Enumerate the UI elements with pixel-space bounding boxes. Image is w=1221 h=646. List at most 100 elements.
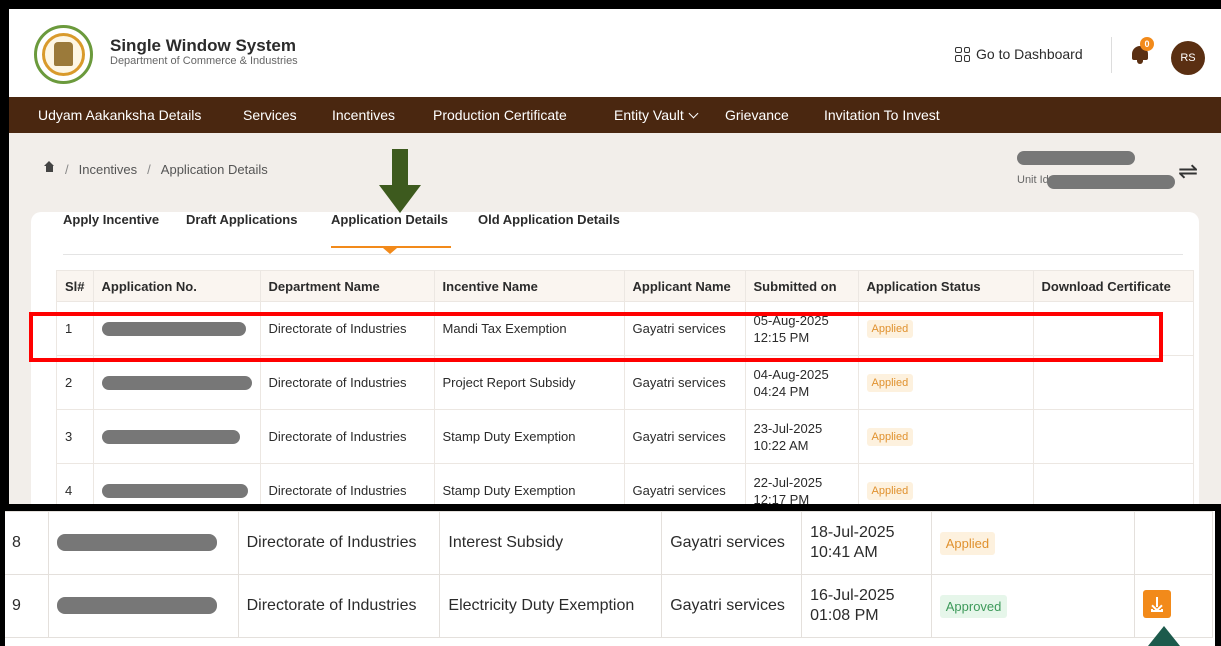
redacted-application-no bbox=[56, 534, 217, 552]
application-no-link[interactable] bbox=[92, 463, 261, 504]
col-sl: Sl# bbox=[56, 270, 94, 302]
tabs-divider bbox=[63, 254, 1183, 255]
row-submitted-on: 18-Jul-2025 10:41 AM bbox=[801, 511, 932, 575]
tab-old-application-details[interactable]: Old Application Details bbox=[478, 212, 620, 227]
row-incentive: Stamp Duty Exemption bbox=[433, 409, 625, 464]
download-certificate-button[interactable] bbox=[1143, 589, 1172, 618]
table-header-row: Sl# Application No. Department Name Ince… bbox=[56, 270, 1194, 302]
zoomed-table-panel: 8 Directorate of Industries Interest Sub… bbox=[5, 511, 1215, 646]
table-row: 8 Directorate of Industries Interest Sub… bbox=[5, 511, 1213, 575]
nav-entity-vault[interactable]: Entity Vault bbox=[614, 107, 699, 123]
avatar[interactable]: RS bbox=[1171, 41, 1205, 75]
row-department: Directorate of Industries bbox=[259, 355, 435, 410]
row-sl: 8 bbox=[5, 511, 49, 575]
header-divider bbox=[1111, 37, 1112, 73]
dashboard-link-label: Go to Dashboard bbox=[976, 46, 1083, 62]
row-department: Directorate of Industries bbox=[237, 574, 441, 638]
home-icon[interactable] bbox=[44, 160, 55, 175]
col-application-no: Application No. bbox=[92, 270, 261, 302]
row-department: Directorate of Industries bbox=[259, 409, 435, 464]
row-applicant: Gayatri services bbox=[623, 409, 746, 464]
col-incentive-name: Incentive Name bbox=[433, 270, 625, 302]
row-status: Applied bbox=[857, 463, 1034, 504]
row-status: Approved bbox=[930, 574, 1136, 638]
application-no-link[interactable] bbox=[47, 574, 239, 638]
row-applicant: Gayatri services bbox=[661, 511, 803, 575]
application-no-link[interactable] bbox=[92, 355, 261, 410]
down-arrow-annotation-icon bbox=[379, 149, 421, 213]
row-sl: 2 bbox=[56, 355, 94, 410]
redacted-application-no bbox=[101, 484, 248, 499]
row-applicant: Gayatri services bbox=[623, 463, 746, 504]
tab-draft-applications[interactable]: Draft Applications bbox=[186, 212, 297, 227]
app-subtitle: Department of Commerce & Industries bbox=[110, 55, 298, 67]
table-row: 3 Directorate of Industries Stamp Duty E… bbox=[56, 409, 1194, 464]
table-row: 2 Directorate of Industries Project Repo… bbox=[56, 355, 1194, 410]
row-incentive: Interest Subsidy bbox=[439, 511, 663, 575]
submitted-date: 22-Jul-2025 bbox=[753, 474, 823, 490]
status-badge: Applied bbox=[939, 531, 996, 555]
swap-arrows-icon[interactable]: ⇌ bbox=[1178, 157, 1198, 186]
row-incentive: Project Report Subsidy bbox=[433, 355, 625, 410]
submitted-date: 23-Jul-2025 bbox=[753, 420, 823, 436]
applications-table: Sl# Application No. Department Name Ince… bbox=[56, 270, 1194, 504]
row-submitted-on: 16-Jul-2025 01:08 PM bbox=[801, 574, 932, 638]
status-badge: Applied bbox=[866, 373, 914, 392]
nav-entity-vault-label: Entity Vault bbox=[614, 107, 684, 123]
notification-badge: 0 bbox=[1140, 37, 1154, 51]
application-screenshot: Single Window System Department of Comme… bbox=[9, 9, 1221, 504]
status-badge: Applied bbox=[866, 427, 914, 446]
app-title: Single Window System bbox=[110, 36, 296, 55]
redacted-unit-id bbox=[1047, 175, 1175, 189]
nav-production-certificate[interactable]: Production Certificate bbox=[433, 107, 567, 123]
row-download bbox=[1032, 355, 1194, 410]
row-download bbox=[1032, 409, 1194, 464]
nav-services[interactable]: Services bbox=[243, 107, 297, 123]
row-applicant: Gayatri services bbox=[623, 355, 746, 410]
redacted-application-no bbox=[101, 376, 252, 391]
zoomed-applications-table: 8 Directorate of Industries Interest Sub… bbox=[5, 511, 1213, 638]
row-applicant: Gayatri services bbox=[661, 574, 803, 638]
table-row: 9 Directorate of Industries Electricity … bbox=[5, 574, 1213, 638]
row-status: Applied bbox=[857, 355, 1034, 410]
row-sl: 4 bbox=[56, 463, 94, 504]
submitted-date: 18-Jul-2025 bbox=[810, 524, 895, 541]
state-emblem-logo bbox=[34, 25, 93, 84]
nav-grievance[interactable]: Grievance bbox=[725, 107, 789, 123]
nav-udyam-aakanksha-details[interactable]: Udyam Aakanksha Details bbox=[38, 107, 201, 123]
status-badge: Approved bbox=[939, 594, 1008, 618]
row-sl: 3 bbox=[56, 409, 94, 464]
breadcrumb-current: Application Details bbox=[160, 162, 268, 177]
row-sl: 9 bbox=[5, 574, 49, 638]
submitted-time: 10:22 AM bbox=[753, 437, 809, 453]
highlight-box-row-1 bbox=[29, 312, 1163, 362]
status-badge: Applied bbox=[866, 481, 914, 500]
submitted-time: 04:24 PM bbox=[753, 383, 810, 399]
row-department: Directorate of Industries bbox=[237, 511, 441, 575]
application-no-link[interactable] bbox=[92, 409, 261, 464]
tab-apply-incentive[interactable]: Apply Incentive bbox=[63, 212, 159, 227]
application-no-link[interactable] bbox=[47, 511, 239, 575]
col-submitted-on: Submitted on bbox=[744, 270, 859, 302]
col-applicant-name: Applicant Name bbox=[623, 270, 746, 302]
submitted-date: 16-Jul-2025 bbox=[810, 587, 895, 604]
row-submitted-on: 04-Aug-2025 04:24 PM bbox=[744, 355, 859, 410]
nav-incentives[interactable]: Incentives bbox=[332, 107, 395, 123]
col-application-status: Application Status bbox=[857, 270, 1034, 302]
up-arrow-annotation-icon bbox=[1148, 626, 1180, 646]
nav-invitation-to-invest[interactable]: Invitation To Invest bbox=[824, 107, 940, 123]
row-incentive: Stamp Duty Exemption bbox=[433, 463, 625, 504]
submitted-time: 01:08 PM bbox=[810, 607, 879, 624]
breadcrumb-incentives[interactable]: Incentives bbox=[79, 162, 138, 177]
main-nav: Udyam Aakanksha Details Services Incenti… bbox=[9, 97, 1221, 133]
row-download bbox=[1032, 463, 1194, 504]
dashboard-grid-icon bbox=[955, 46, 970, 62]
table-row: 4 Directorate of Industries Stamp Duty E… bbox=[56, 463, 1194, 505]
go-to-dashboard-link[interactable]: Go to Dashboard bbox=[955, 46, 1083, 62]
row-download bbox=[1134, 511, 1213, 575]
row-status: Applied bbox=[930, 511, 1136, 575]
app-header: Single Window System Department of Comme… bbox=[9, 9, 1221, 97]
col-department-name: Department Name bbox=[259, 270, 435, 302]
submitted-time: 12:17 PM bbox=[753, 491, 810, 505]
submitted-time: 10:41 AM bbox=[810, 544, 878, 561]
